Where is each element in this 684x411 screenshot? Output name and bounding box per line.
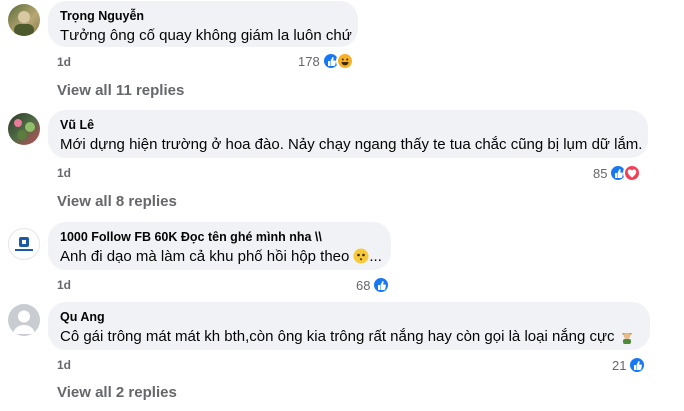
comment-text: Anh đi dạo mà làm cả khu phố hồi hộp the…	[60, 247, 382, 267]
reaction-count: 178	[298, 53, 320, 69]
like-icon	[628, 356, 647, 374]
comment-author[interactable]: Qu Ang	[60, 309, 638, 325]
comment-text: Cô gái trông mát mát kh bth,còn ông kia …	[60, 327, 638, 347]
reaction-count: 21	[612, 357, 627, 373]
flushed-face-icon	[353, 248, 369, 264]
reaction-count: 85	[593, 165, 608, 181]
haha-icon	[335, 52, 354, 70]
comment-text: Tưởng ông cố quay không giám la luôn chứ	[60, 27, 352, 44]
comment-text-content: Cô gái trông mát mát kh bth,còn ông kia …	[60, 328, 615, 345]
heart-icon	[623, 164, 642, 182]
ellipsis: ...	[369, 248, 382, 265]
comment-bubble: Trọng Nguyễn Tưởng ông cố quay không giá…	[48, 1, 358, 47]
comment-text: Mới dựng hiện trường ở hoa đào. Nảy chạy…	[60, 136, 643, 153]
farmer-emoji-icon	[621, 332, 632, 344]
reaction-summary[interactable]: 85	[593, 164, 642, 182]
comment-author[interactable]: Vũ Lê	[60, 117, 636, 133]
comment-bubble: 1000 Follow FB 60K Đọc tên ghé mình nha …	[48, 222, 391, 270]
comment-author[interactable]: Trọng Nguyễn	[60, 8, 346, 24]
default-avatar-icon	[13, 310, 35, 334]
reaction-summary[interactable]: 68	[356, 276, 391, 294]
view-replies-link[interactable]: View all 8 replies	[57, 193, 177, 210]
comment-bubble: Vũ Lê Mới dựng hiện trường ở hoa đào. Nả…	[48, 110, 648, 158]
comment-time[interactable]: 1d	[57, 55, 71, 69]
view-replies-link[interactable]: View all 2 replies	[57, 384, 177, 401]
reaction-count: 68	[356, 277, 371, 293]
page-logo-icon	[15, 237, 33, 251]
reaction-summary[interactable]: 21	[612, 356, 647, 374]
comment-time[interactable]: 1d	[57, 166, 71, 180]
comment-time[interactable]: 1d	[57, 358, 71, 372]
avatar[interactable]	[8, 228, 40, 260]
avatar[interactable]	[8, 304, 40, 336]
avatar-photo-icon	[14, 119, 35, 140]
avatar-photo-icon	[14, 11, 34, 36]
avatar[interactable]	[8, 113, 40, 145]
comment-text-content: Anh đi dạo mà làm cả khu phố hồi hộp the…	[60, 248, 350, 265]
comment-author[interactable]: 1000 Follow FB 60K Đọc tên ghé mình nha …	[60, 229, 379, 245]
comment-bubble: Qu Ang Cô gái trông mát mát kh bth,còn ô…	[48, 302, 650, 350]
comment-time[interactable]: 1d	[57, 278, 71, 292]
view-replies-link[interactable]: View all 11 replies	[57, 82, 184, 99]
reaction-summary[interactable]: 178	[298, 52, 354, 70]
like-icon	[372, 276, 391, 294]
avatar[interactable]	[8, 4, 40, 36]
